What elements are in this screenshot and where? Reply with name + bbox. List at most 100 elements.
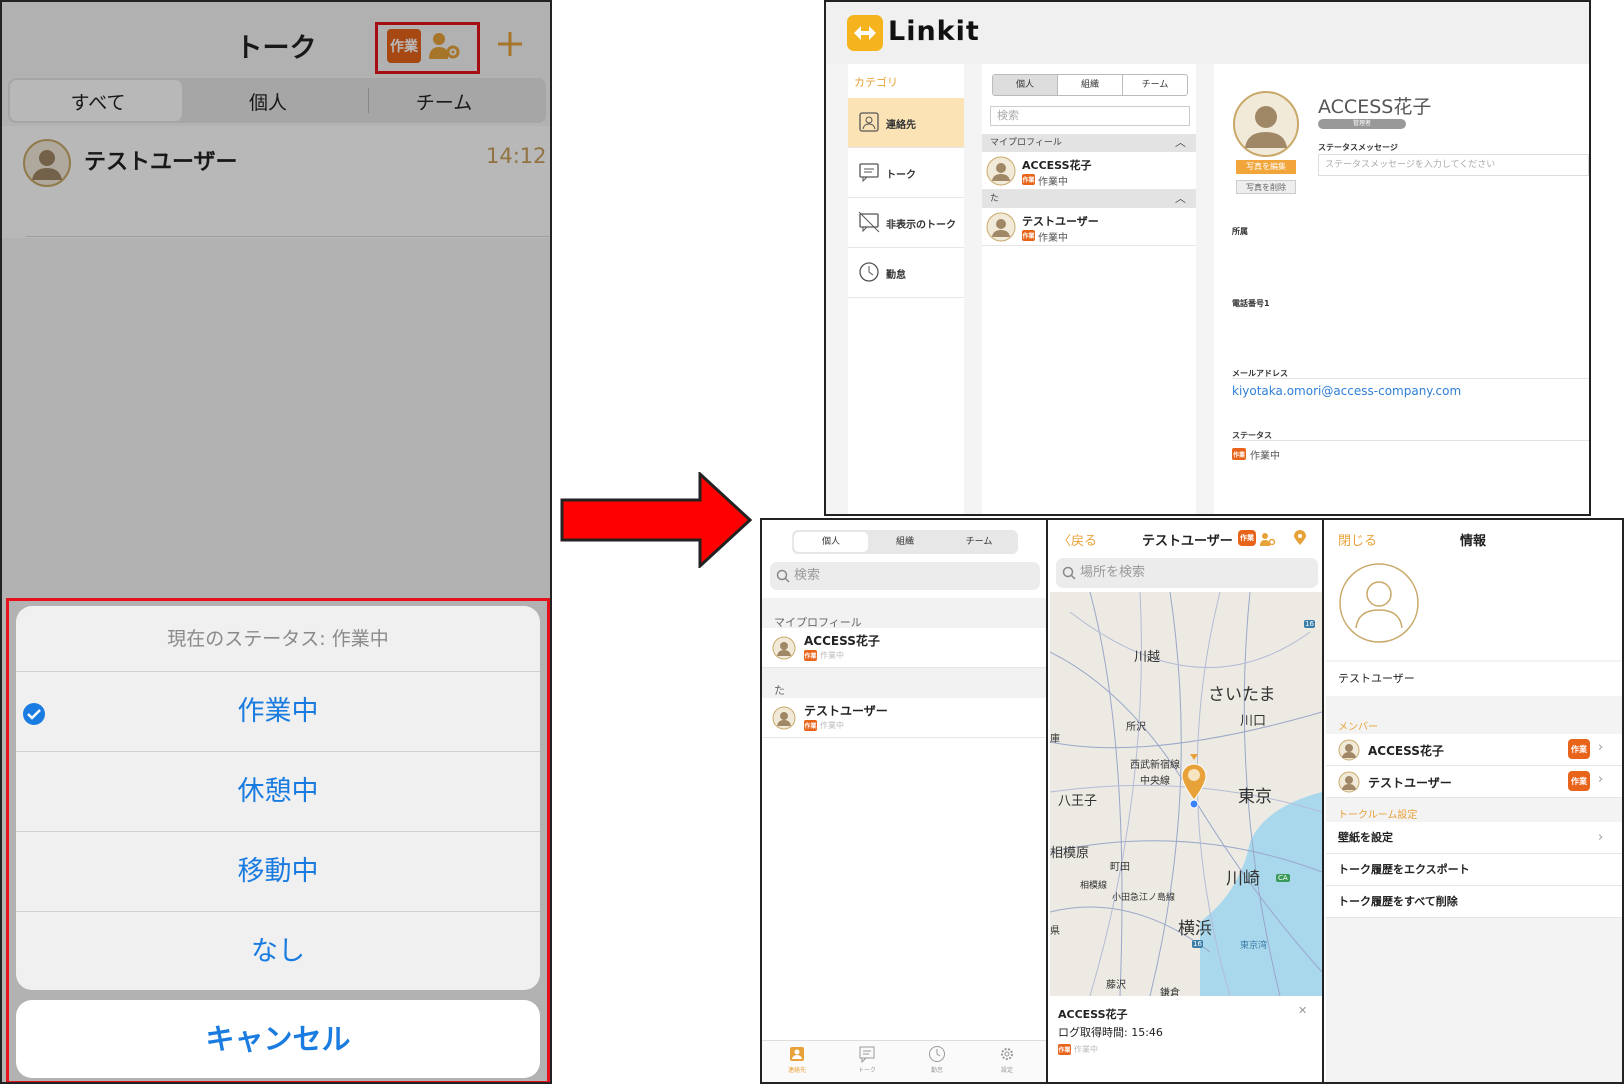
tab-organization[interactable]: 組織 [1058, 75, 1123, 95]
location-pin-icon[interactable] [1294, 530, 1306, 546]
member-name: テストユーザー [1368, 776, 1452, 790]
cancel-button[interactable]: キャンセル [16, 1000, 540, 1078]
popup-log-time: ログ取得時間: 15:46 [1058, 1026, 1163, 1039]
search-input[interactable]: 検索 [770, 562, 1040, 590]
tab-team[interactable]: チーム [942, 532, 1016, 552]
category-header: カテゴリ [854, 76, 898, 89]
list-item[interactable]: テストユーザー 作業 作業中 [762, 698, 1046, 738]
setting-export-history[interactable]: トーク履歴をエクスポート [1326, 854, 1622, 886]
chevron-left-icon: 〈 [1058, 534, 1072, 549]
avatar [772, 636, 796, 660]
setting-delete-history[interactable]: トーク履歴をすべて削除 [1326, 886, 1622, 918]
list-item[interactable]: ACCESS花子 作業 作業中 [762, 628, 1046, 668]
phone-label: 電話番号1 [1232, 299, 1270, 308]
status-badge: 作業 [1232, 448, 1246, 460]
avatar[interactable] [1338, 562, 1420, 644]
tabbar-talk[interactable]: トーク [832, 1045, 902, 1074]
nav-bar: 閉じる 情報 [1326, 520, 1622, 554]
map-label: 相模線 [1080, 881, 1108, 891]
tabbar-contacts[interactable]: 連絡先 [762, 1045, 832, 1074]
map-label: 県 [1050, 926, 1060, 937]
settings-header: トークルーム設定 [1338, 810, 1418, 821]
section-title: マイプロフィール [990, 138, 1062, 148]
clock-icon [858, 261, 880, 283]
back-button[interactable]: 〈戻る [1058, 530, 1097, 549]
tab-team[interactable]: チーム [1123, 75, 1187, 95]
location-popup: ACCESS花子 ログ取得時間: 15:46 作業 作業中 ✕ [1050, 996, 1322, 1082]
contact-status: 作業中 [1038, 177, 1068, 188]
section-header[interactable]: た ︿ [982, 190, 1196, 208]
tab-personal[interactable]: 個人 [794, 532, 868, 552]
status-badge: 作業 [1568, 771, 1590, 791]
section-title: マイプロフィール [762, 598, 1046, 629]
clock-icon [929, 1046, 945, 1062]
delete-photo-button[interactable]: 写真を削除 [1236, 180, 1296, 194]
tabbar-settings[interactable]: 設定 [972, 1045, 1042, 1074]
logo-icon [846, 14, 884, 52]
location-pin-icon[interactable] [1180, 754, 1208, 810]
category-label: 勤怠 [886, 270, 906, 281]
status-value: 作業中 [1250, 451, 1280, 462]
close-button[interactable]: 閉じる [1338, 530, 1377, 549]
list-item[interactable]: ACCESS花子 作業 作業中 [982, 152, 1196, 190]
map-label: 川越 [1134, 650, 1161, 665]
contact-name: ACCESS花子 [804, 634, 880, 648]
category-label: 連絡先 [886, 120, 916, 131]
members-header: メンバー [1338, 722, 1378, 733]
avatar [1232, 90, 1300, 158]
contacts-icon [790, 1047, 804, 1061]
member-row[interactable]: テストユーザー 作業 › [1326, 766, 1622, 798]
status-badge: 作業 [804, 650, 817, 661]
close-icon[interactable]: ✕ [1298, 1004, 1307, 1017]
tab-organization[interactable]: 組織 [868, 532, 942, 552]
search-icon [776, 569, 790, 583]
room-name: テストユーザー [1326, 662, 1622, 696]
mobile-info-screen: 閉じる 情報 テストユーザー メンバー ACCESS花子 作業 › テストユーザ… [1326, 520, 1622, 1082]
chevron-up-icon: ︿ [1175, 192, 1186, 205]
status-badge[interactable]: 作業 [1238, 530, 1256, 546]
category-contacts[interactable]: 連絡先 [848, 98, 964, 148]
contact-tabs: 個人 組織 チーム [992, 74, 1188, 96]
popup-status: 作業中 [1074, 1045, 1098, 1054]
user-settings-icon[interactable] [1260, 532, 1276, 546]
map-label: 東京湾 [1240, 941, 1268, 951]
search-input[interactable]: 検索 [990, 106, 1190, 126]
edit-photo-button[interactable]: 写真を編集 [1236, 160, 1296, 174]
room-avatar-area [1326, 554, 1622, 660]
option-break[interactable]: 休憩中 [16, 752, 540, 832]
role-badge: 管理者 [1318, 119, 1406, 129]
affiliation-label: 所属 [1232, 227, 1248, 236]
category-attendance[interactable]: 勤怠 [848, 248, 964, 298]
section-header[interactable]: マイプロフィール ︿ [982, 134, 1196, 152]
chevron-right-icon: › [1598, 830, 1604, 845]
map-label: 西武新宿線 [1130, 760, 1180, 771]
page-title: 情報 [1460, 534, 1487, 549]
status-message-input[interactable]: ステータスメッセージを入力してください [1318, 154, 1589, 176]
avatar [986, 212, 1016, 242]
place-search-input[interactable]: 場所を検索 [1056, 558, 1318, 588]
map-label: さいたま [1208, 685, 1276, 705]
map-label: 東京 [1238, 787, 1272, 807]
member-name: ACCESS花子 [1368, 744, 1444, 758]
category-label: 非表示のトーク [886, 220, 956, 231]
member-row[interactable]: ACCESS花子 作業 › [1326, 734, 1622, 766]
option-moving[interactable]: 移動中 [16, 832, 540, 912]
status-badge: 作業 [1058, 1044, 1071, 1055]
option-none[interactable]: なし [16, 912, 540, 990]
status-badge: 作業 [804, 720, 817, 731]
profile-detail-pane: 写真を編集 写真を削除 ACCESS花子 管理者 ステータスメッセージ ステータ… [1214, 64, 1589, 514]
category-talk[interactable]: トーク [848, 148, 964, 198]
section-title: た [762, 668, 1046, 698]
divider [1232, 440, 1589, 441]
setting-wallpaper[interactable]: 壁紙を設定 › [1326, 822, 1622, 854]
list-item[interactable]: テストユーザー 作業 作業中 [982, 208, 1196, 246]
tab-personal[interactable]: 個人 [993, 75, 1058, 95]
avatar [986, 156, 1016, 186]
tabbar-attendance[interactable]: 勤怠 [902, 1045, 972, 1074]
email-link[interactable]: kiyotaka.omori@access-company.com [1232, 384, 1461, 398]
option-working[interactable]: 作業中 [16, 672, 540, 752]
profile-name: ACCESS花子 [1318, 96, 1432, 118]
back-label: 戻る [1071, 534, 1098, 549]
hidden-chat-icon [858, 211, 880, 233]
category-hidden-talk[interactable]: 非表示のトーク [848, 198, 964, 248]
